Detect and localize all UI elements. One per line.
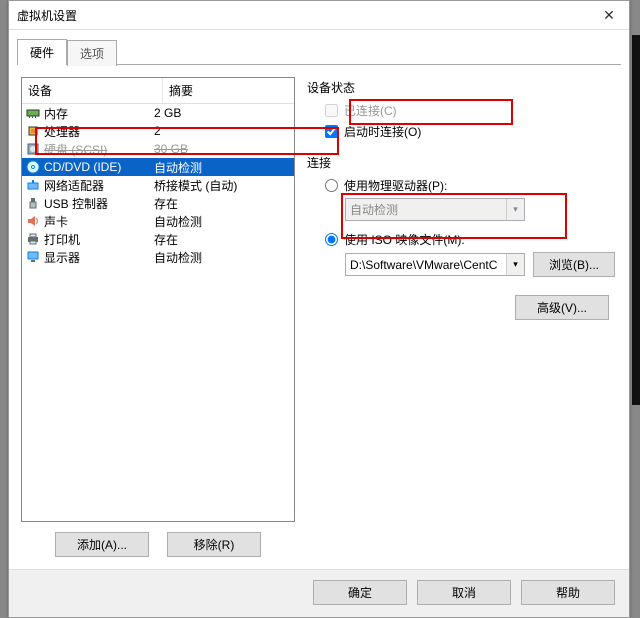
dialog-buttons: 确定 取消 帮助: [9, 569, 629, 617]
net-icon: [26, 178, 40, 192]
titlebar: 虚拟机设置 ✕: [9, 1, 629, 30]
memory-icon: [26, 106, 40, 120]
device-summary: 存在: [154, 231, 292, 248]
chevron-down-icon[interactable]: ▾: [506, 254, 524, 275]
table-row[interactable]: 网络适配器 桥接模式 (自动): [22, 176, 294, 194]
connected-checkbox: 已连接(C): [325, 102, 615, 119]
device-name: 网络适配器: [44, 177, 104, 194]
device-name: CD/DVD (IDE): [44, 160, 121, 174]
close-button[interactable]: ✕: [589, 1, 629, 29]
use-iso-input[interactable]: [325, 233, 338, 246]
device-name: 显示器: [44, 249, 80, 266]
window-title: 虚拟机设置: [17, 7, 589, 24]
device-summary: 2: [154, 124, 292, 138]
tab-options[interactable]: 选项: [67, 40, 117, 66]
device-summary: 2 GB: [154, 106, 292, 120]
device-summary: 30 GB: [154, 142, 292, 156]
device-name: 处理器: [44, 123, 80, 140]
table-row[interactable]: 显示器 自动检测: [22, 248, 294, 266]
device-summary: 桥接模式 (自动): [154, 177, 292, 194]
table-row[interactable]: 硬盘 (SCSI) 30 GB: [22, 140, 294, 158]
help-button[interactable]: 帮助: [521, 580, 615, 605]
remove-button[interactable]: 移除(R): [167, 532, 261, 557]
ok-button[interactable]: 确定: [313, 580, 407, 605]
cd-icon: [26, 160, 40, 174]
device-summary: 自动检测: [154, 159, 292, 176]
device-name: 打印机: [44, 231, 80, 248]
table-row[interactable]: 处理器 2: [22, 122, 294, 140]
device-summary: 自动检测: [154, 213, 292, 230]
use-physical-input[interactable]: [325, 179, 338, 192]
printer-icon: [26, 232, 40, 246]
connect-at-poweron-input[interactable]: [325, 125, 338, 138]
connected-input: [325, 104, 338, 117]
connect-at-poweron-checkbox[interactable]: 启动时连接(O): [325, 123, 615, 140]
tabs: 硬件 选项: [9, 30, 629, 64]
close-icon: ✕: [603, 7, 615, 24]
add-button[interactable]: 添加(A)...: [55, 532, 149, 557]
device-name: 硬盘 (SCSI): [44, 141, 107, 158]
sound-icon: [26, 214, 40, 228]
table-row[interactable]: 内存 2 GB: [22, 104, 294, 122]
disk-icon: [26, 142, 40, 156]
device-name: USB 控制器: [44, 195, 108, 212]
tab-hardware[interactable]: 硬件: [17, 39, 67, 65]
table-row[interactable]: USB 控制器 存在: [22, 194, 294, 212]
connection-title: 连接: [307, 154, 615, 171]
device-state-title: 设备状态: [307, 79, 615, 96]
browse-button[interactable]: 浏览(B)...: [533, 252, 615, 277]
settings-window: 虚拟机设置 ✕ 硬件 选项 设备 摘要 内存 2 GB 处理器 2 硬盘 (SCSI) 3…: [8, 0, 630, 618]
table-row[interactable]: 打印机 存在: [22, 230, 294, 248]
iso-path-dropdown[interactable]: D:\Software\VMware\CentC ▾: [345, 253, 525, 276]
cpu-icon: [26, 124, 40, 138]
physical-drive-dropdown: 自动检测 ▾: [345, 198, 525, 221]
device-name: 内存: [44, 105, 68, 122]
device-name: 声卡: [44, 213, 68, 230]
use-physical-radio[interactable]: 使用物理驱动器(P):: [325, 177, 615, 194]
use-iso-radio[interactable]: 使用 ISO 映像文件(M):: [325, 231, 615, 248]
display-icon: [26, 250, 40, 264]
table-row[interactable]: CD/DVD (IDE) 自动检测: [22, 158, 294, 176]
device-state-group: 设备状态 已连接(C) 启动时连接(O): [307, 79, 615, 140]
col-device[interactable]: 设备: [22, 78, 163, 103]
chevron-down-icon: ▾: [506, 199, 524, 220]
device-table: 设备 摘要 内存 2 GB 处理器 2 硬盘 (SCSI) 30 GB CD/DVD (ID…: [21, 77, 295, 522]
col-summary[interactable]: 摘要: [163, 78, 294, 103]
usb-icon: [26, 196, 40, 210]
cancel-button[interactable]: 取消: [417, 580, 511, 605]
device-summary: 自动检测: [154, 249, 292, 266]
advanced-button[interactable]: 高级(V)...: [515, 295, 609, 320]
connection-group: 连接 使用物理驱动器(P): 自动检测 ▾ 使用 ISO 映像: [307, 154, 615, 277]
table-row[interactable]: 声卡 自动检测: [22, 212, 294, 230]
device-summary: 存在: [154, 195, 292, 212]
